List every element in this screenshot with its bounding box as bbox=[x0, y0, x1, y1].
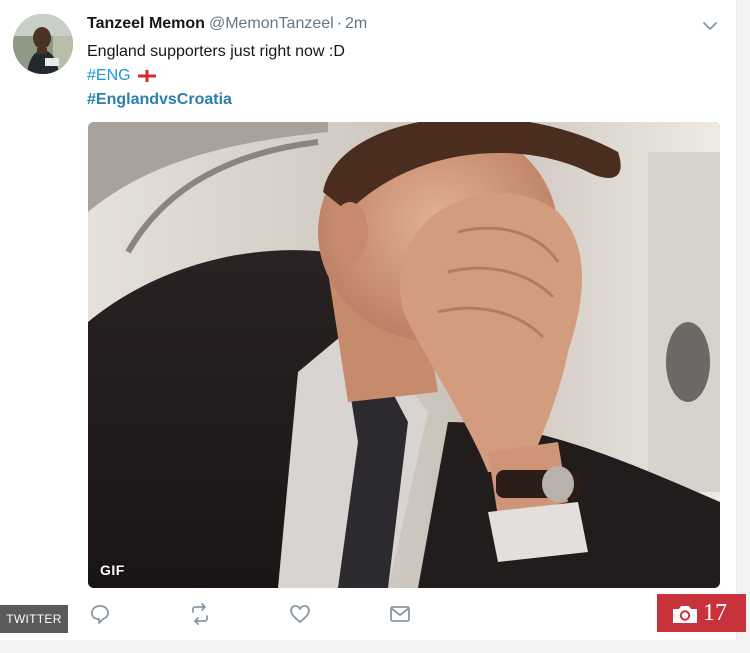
timestamp[interactable]: 2m bbox=[345, 15, 367, 32]
source-label: TWITTER bbox=[0, 605, 68, 633]
tweet-header: Tanzeel Memon @MemonTanzeel · 2m bbox=[87, 14, 367, 34]
envelope-icon[interactable] bbox=[388, 602, 412, 626]
reply-icon[interactable] bbox=[88, 602, 112, 626]
retweet-icon[interactable] bbox=[188, 602, 212, 626]
separator-dot: · bbox=[336, 15, 343, 32]
tweet-text: England supporters just right now :D bbox=[87, 43, 345, 60]
user-handle[interactable]: @MemonTanzeel bbox=[209, 15, 334, 32]
avatar-image bbox=[13, 14, 73, 74]
chevron-down-icon[interactable] bbox=[702, 18, 718, 34]
gif-media[interactable]: GIF bbox=[88, 122, 720, 588]
photo-gallery-button[interactable]: 17 bbox=[657, 594, 746, 632]
tweet-actions bbox=[88, 602, 428, 630]
gif-badge: GIF bbox=[100, 562, 125, 578]
england-flag-icon bbox=[138, 69, 157, 82]
hashtag-englandvscroatia[interactable]: #EnglandvsCroatia bbox=[87, 88, 232, 112]
gif-frame-image bbox=[88, 122, 720, 588]
avatar[interactable] bbox=[13, 14, 73, 74]
bottom-strip bbox=[0, 640, 750, 653]
hashtag-eng-label[interactable]: #ENG bbox=[87, 67, 131, 84]
page: Tanzeel Memon @MemonTanzeel · 2m England su… bbox=[0, 0, 750, 653]
heart-icon[interactable] bbox=[288, 602, 312, 626]
hashtag-eng[interactable]: #ENG bbox=[87, 64, 157, 88]
display-name[interactable]: Tanzeel Memon bbox=[87, 15, 205, 32]
camera-icon bbox=[673, 606, 697, 623]
tweet-card: Tanzeel Memon @MemonTanzeel · 2m England su… bbox=[0, 0, 737, 640]
photo-count: 17 bbox=[703, 600, 727, 626]
